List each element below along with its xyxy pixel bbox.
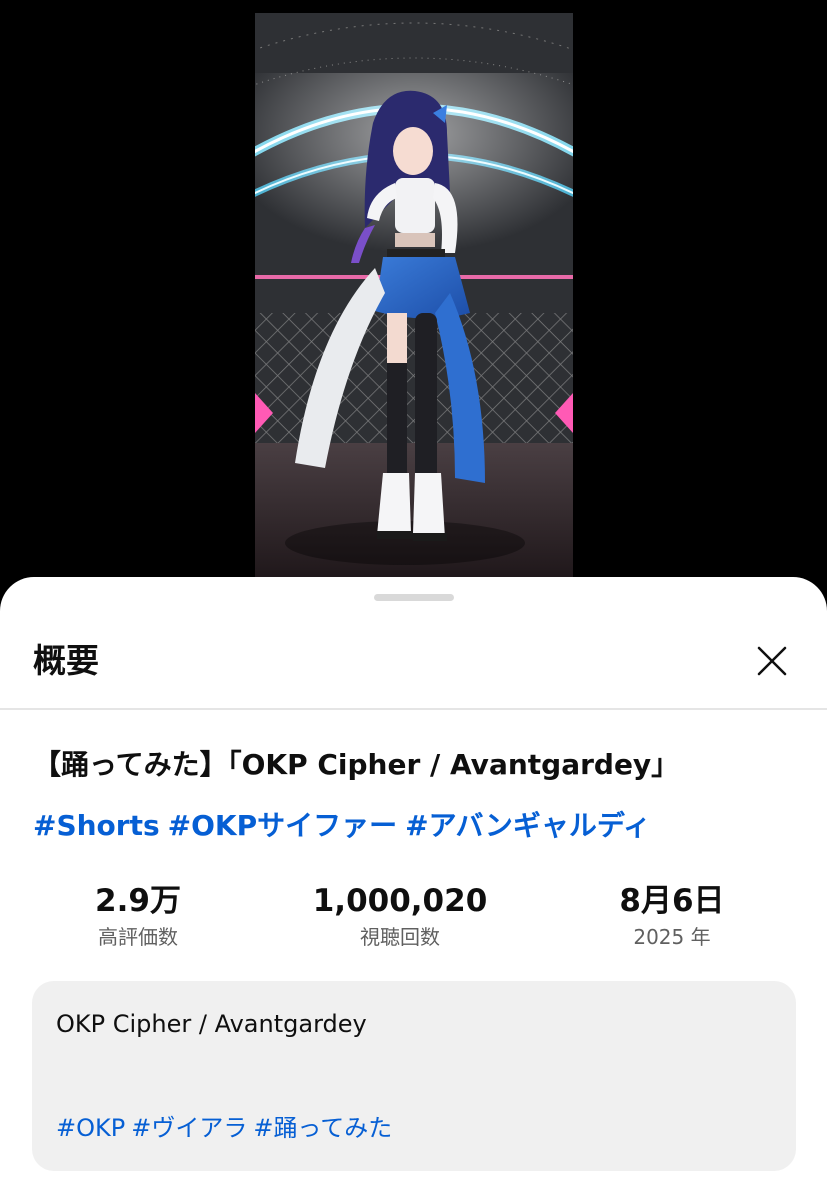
description-text: OKP Cipher / Avantgardey [56, 1010, 367, 1038]
title-hashtags: #Shorts #OKPサイファー #アバンギャルディ [33, 806, 813, 846]
divider [0, 708, 827, 710]
hashtag-link-shorts[interactable]: #Shorts [33, 809, 160, 842]
views-label: 視聴回数 [360, 925, 440, 949]
close-button[interactable] [748, 637, 796, 685]
description-hashtags: #OKP #ヴイアラ #踊ってみた [56, 1111, 398, 1145]
hashtag-link-okp[interactable]: #OKP [56, 1114, 125, 1142]
drag-handle[interactable] [374, 594, 454, 601]
video-thumbnail-illustration [255, 13, 573, 583]
views-stat: 1,000,020 視聴回数 [300, 879, 500, 951]
description-sheet: 概要 【踊ってみた】「OKP Cipher / Avantgardey」 #Sh… [0, 577, 827, 1193]
video-player[interactable] [255, 13, 573, 583]
views-count: 1,000,020 [312, 883, 488, 919]
hashtag-link-viara[interactable]: #ヴイアラ [131, 1114, 247, 1142]
likes-count: 2.9万 [95, 883, 181, 919]
upload-year: 2025 年 [633, 925, 711, 949]
likes-stat: 2.9万 高評価数 [58, 879, 218, 951]
close-icon [757, 646, 787, 676]
screen: 概要 【踊ってみた】「OKP Cipher / Avantgardey」 #Sh… [0, 0, 827, 1193]
hashtag-link-okp-cypher[interactable]: #OKPサイファー [168, 809, 397, 842]
likes-label: 高評価数 [98, 925, 178, 949]
video-title: 【踊ってみた】「OKP Cipher / Avantgardey」 [33, 748, 680, 781]
hashtag-link-avantgardey[interactable]: #アバンギャルディ [405, 809, 651, 842]
upload-date: 8月6日 [619, 883, 725, 919]
hashtag-link-odottemita[interactable]: #踊ってみた [253, 1114, 392, 1142]
sheet-title: 概要 [33, 641, 99, 680]
date-stat: 8月6日 2025 年 [592, 879, 752, 951]
description-box[interactable]: OKP Cipher / Avantgardey #OKP #ヴイアラ #踊ってみた [32, 981, 796, 1171]
